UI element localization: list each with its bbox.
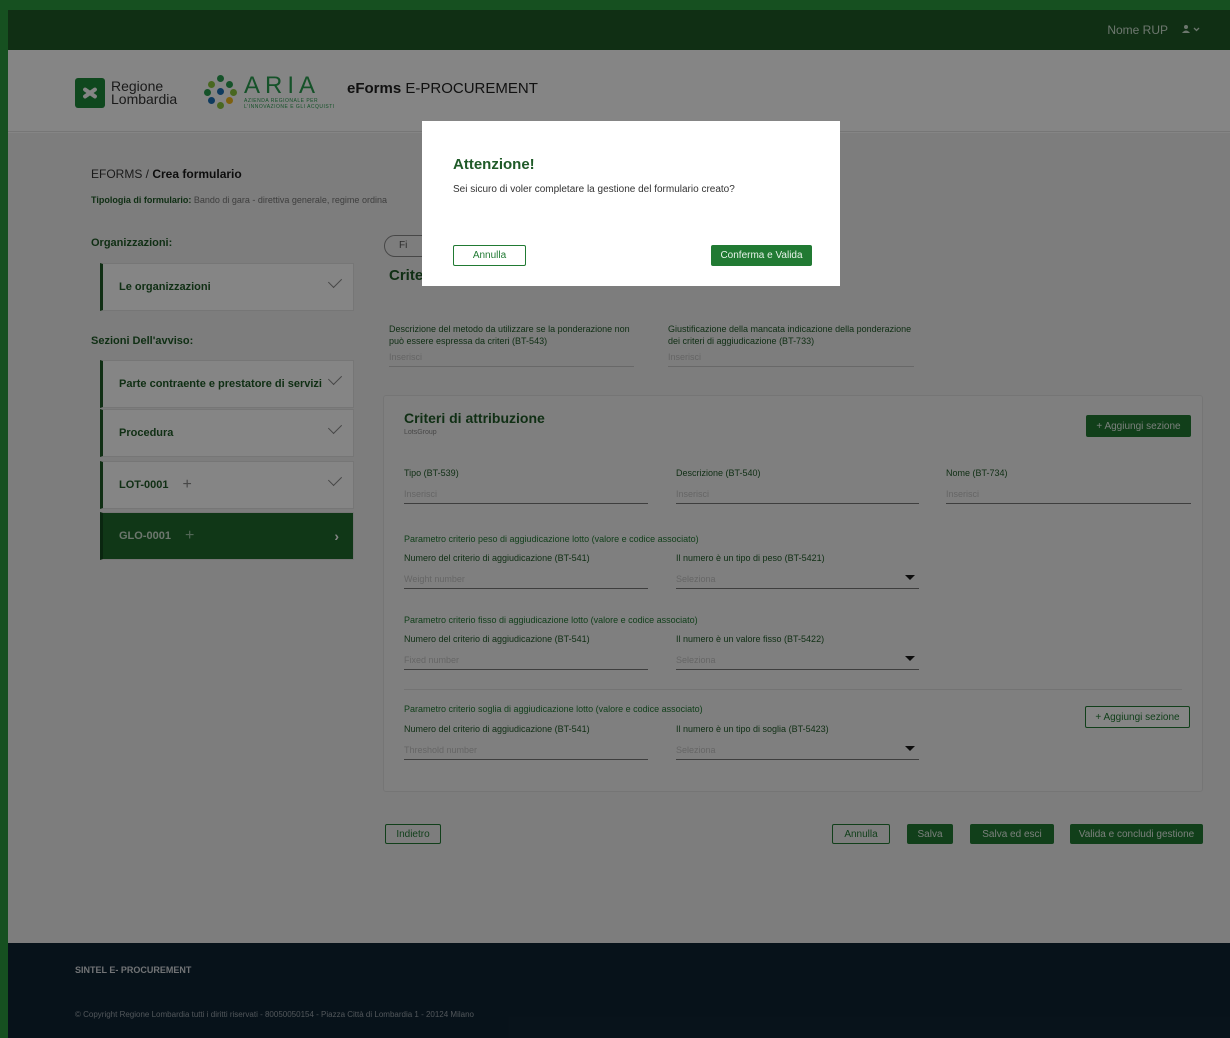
dialog-message: Sei sicuro di voler completare la gestio…	[453, 184, 735, 195]
dialog-cancel-button[interactable]: Annulla	[453, 245, 526, 266]
dialog-title: Attenzione!	[453, 156, 535, 173]
confirm-dialog: Attenzione! Sei sicuro di voler completa…	[422, 121, 840, 286]
dialog-confirm-button[interactable]: Conferma e Valida	[711, 245, 812, 266]
